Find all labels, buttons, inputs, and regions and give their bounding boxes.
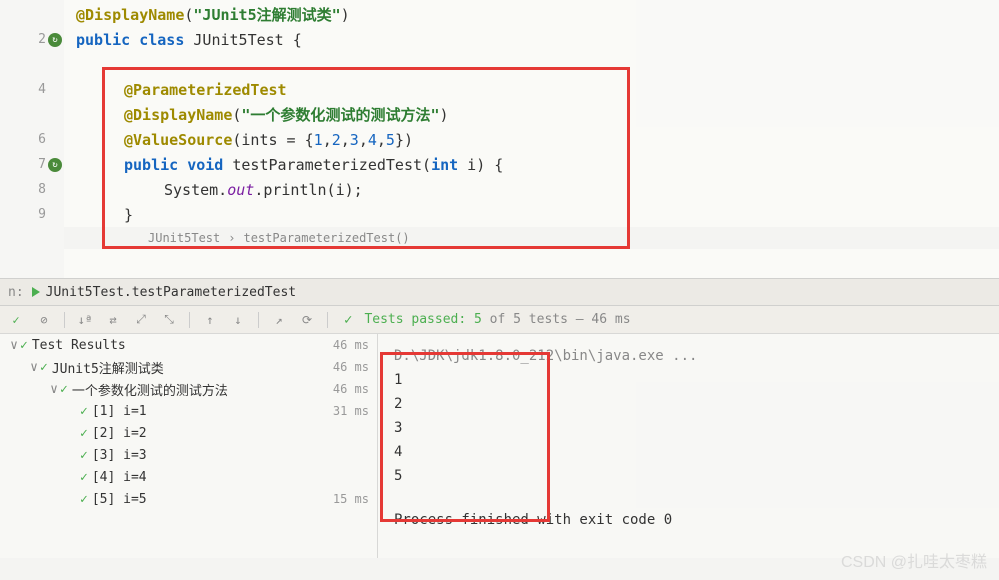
run-tab[interactable]: JUnit5Test.testParameterizedTest [46,285,296,300]
collapse-icon[interactable]: ⤡ [161,312,177,328]
next-icon[interactable]: ↓ [230,312,246,328]
editor-gutter: 2 4 6 7 8 9 [0,0,64,278]
tree-test-3[interactable]: ✓[3] i=3 [0,444,377,466]
show-passed-icon[interactable]: ✓ [8,312,24,328]
annotation: @DisplayName [76,6,184,24]
tree-test-2[interactable]: ✓[2] i=2 [0,422,377,444]
tree-test-4[interactable]: ✓[4] i=4 [0,466,377,488]
tests-summary: Tests passed: 5 of 5 tests – 46 ms [364,312,630,327]
sort-icon[interactable]: ↓ª [77,312,93,328]
highlight-box-code [102,67,630,249]
highlight-box-output [380,352,550,522]
panel-label: n: [8,285,24,300]
watermark: CSDN @扎哇太枣糕 [841,548,987,572]
tree-root[interactable]: ∨✓Test Results46 ms [0,334,377,356]
run-class-icon[interactable] [48,33,62,47]
tree-test-1[interactable]: ✓[1] i=131 ms [0,400,377,422]
tree-method[interactable]: ∨✓一个参数化测试的测试方法46 ms [0,378,377,400]
check-icon: ✓ [344,312,352,328]
export-icon[interactable]: ↗ [271,312,287,328]
tree-test-5[interactable]: ✓[5] i=515 ms [0,488,377,510]
test-toolbar: ✓ ⊘ ↓ª ⇄ ⤢ ⤡ ↑ ↓ ↗ ⟳ ✓ Tests passed: 5 o… [0,306,999,334]
tree-class[interactable]: ∨✓JUnit5注解测试类46 ms [0,356,377,378]
history-icon[interactable]: ⟳ [299,312,315,328]
prev-icon[interactable]: ↑ [202,312,218,328]
run-panel-header: n: JUnit5Test.testParameterizedTest [0,278,999,306]
filter-icon[interactable]: ⇄ [105,312,121,328]
expand-icon[interactable]: ⤢ [133,312,149,328]
show-failed-icon[interactable]: ⊘ [36,312,52,328]
run-method-icon[interactable] [48,158,62,172]
test-tree[interactable]: ∨✓Test Results46 ms ∨✓JUnit5注解测试类46 ms ∨… [0,334,378,558]
play-icon [32,287,40,297]
